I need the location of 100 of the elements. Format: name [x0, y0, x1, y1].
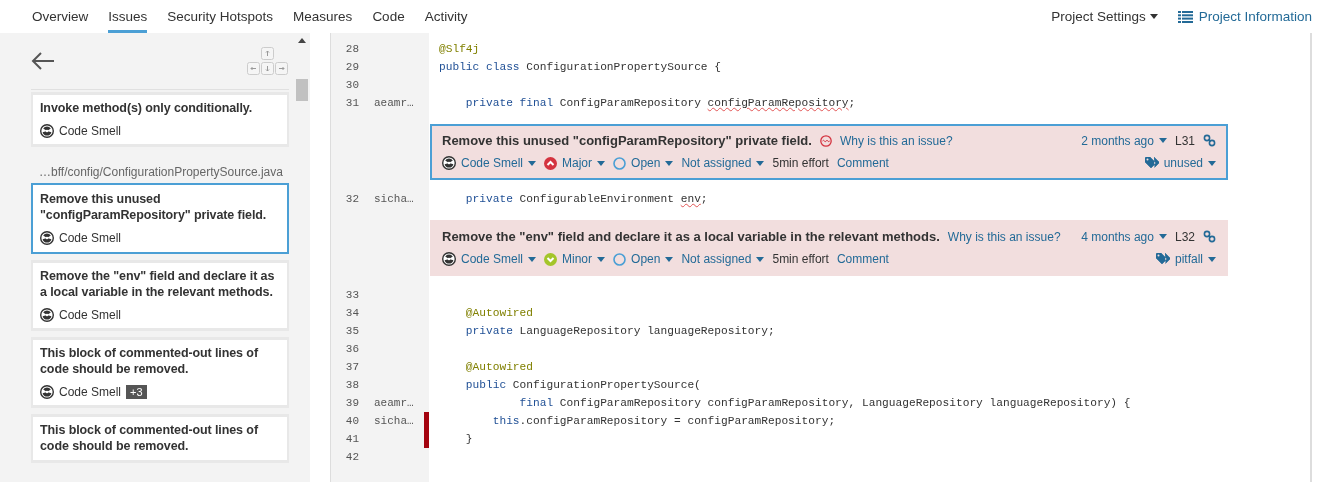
issue-type: Code Smell [59, 308, 122, 322]
assignee-dropdown[interactable]: Not assigned [681, 252, 765, 266]
tags-dropdown[interactable]: pitfall [1156, 252, 1216, 266]
status-dropdown[interactable]: Open [613, 156, 674, 170]
code-line: @Autowired [464, 360, 533, 375]
scroll-up-icon[interactable] [298, 38, 306, 43]
code-smell-icon [40, 385, 54, 399]
type-dropdown[interactable]: Code Smell [442, 156, 537, 170]
code-line: @Slf4j [438, 42, 480, 57]
author-name: aeamr… [374, 397, 414, 409]
code-line: final ConfigParamRepository configParamRepository, LanguageRepository languageRepository) { [518, 396, 1131, 411]
nav-tab[interactable]: Activity [424, 0, 468, 33]
line-number: 35 [344, 325, 359, 337]
line-number: 32 [344, 193, 359, 205]
caret-icon [1149, 14, 1158, 19]
author-name: sicha… [374, 415, 414, 427]
caret-icon [528, 160, 537, 166]
line-number: 33 [344, 289, 359, 301]
code-smell-icon [40, 231, 54, 245]
tag-icon [1144, 157, 1159, 169]
line-number: 34 [344, 307, 359, 319]
issue-card[interactable]: Remove the "env" field and declare it as a local variable in the relevant methods. Code Smell [31, 260, 289, 331]
caret-icon [1208, 160, 1216, 166]
line-number: 37 [344, 361, 359, 373]
status-dropdown[interactable]: Open [613, 252, 674, 266]
issue-title: Remove the "env" field and declare it as a local variable in the relevant methods. [40, 268, 276, 300]
issue-box[interactable]: Remove this unused "configParamRepository" private field. Why is this an issue? 2 months ago L31 Code Smell Major Open Not assigned 5min effort Comment unused [430, 124, 1228, 180]
comment-link[interactable]: Comment [836, 156, 889, 170]
issue-type: Code Smell [59, 231, 122, 245]
caret-icon [665, 256, 674, 262]
code-smell-icon [40, 308, 54, 322]
caret-icon [1158, 234, 1167, 239]
scrollbar-thumb[interactable] [296, 79, 308, 101]
nav-tab[interactable]: Overview [32, 0, 89, 33]
issue-card[interactable]: This block of commented-out lines of code should be removed. Code Smell +3 [31, 337, 289, 408]
arrow-keys-icon [247, 46, 289, 76]
severity-dropdown[interactable]: Major [544, 156, 606, 170]
author-name: sicha… [374, 193, 414, 205]
code-smell-icon [40, 124, 54, 138]
open-status-icon [613, 156, 627, 170]
issue-type: Code Smell [59, 124, 122, 138]
open-status-icon [613, 252, 627, 266]
severity-dropdown[interactable]: Minor [544, 252, 606, 266]
effort-text: 5min effort [772, 156, 829, 170]
issue-type: Code Smell [59, 385, 122, 399]
line-number: 39 [344, 397, 359, 409]
effort-text: 5min effort [772, 252, 829, 266]
nav-tab[interactable]: Code [372, 0, 405, 33]
code-line: public ConfigurationPropertySource( [464, 378, 701, 393]
code-line: this.configParamRepository = configParamRepository; [491, 414, 836, 429]
issue-card[interactable]: This block of commented-out lines of code should be removed. [31, 414, 289, 463]
caret-icon [756, 160, 765, 166]
code-smell-icon [442, 252, 456, 266]
author-name: aeamr… [374, 97, 414, 109]
line-number: 29 [344, 61, 359, 73]
issue-title: This block of commented-out lines of code should be removed. [40, 422, 260, 454]
type-dropdown[interactable]: Code Smell [442, 252, 537, 266]
line-number: 30 [344, 79, 359, 91]
date-dropdown[interactable]: 4 months ago [1081, 229, 1167, 244]
line-number: 42 [344, 451, 359, 463]
issue-card[interactable]: Remove this unused "configParamRepository" private field. Code Smell [31, 183, 289, 254]
more-count: +3 [126, 385, 147, 399]
date-dropdown[interactable]: 2 months ago [1081, 133, 1167, 148]
project-settings-menu[interactable]: Project Settings [1051, 9, 1158, 24]
issue-title: This block of commented-out lines of code should be removed. [40, 345, 260, 377]
project-information-link[interactable]: Project Information [1177, 9, 1312, 24]
code-line: public class ConfigurationPropertySource { [438, 60, 721, 75]
caret-icon [756, 256, 765, 262]
line-number: 31 [344, 97, 359, 109]
line-number: 40 [344, 415, 359, 427]
issue-card[interactable]: Invoke method(s) only conditionally. Code Smell [31, 92, 289, 147]
comment-link[interactable]: Comment [836, 252, 889, 266]
link-icon[interactable] [1203, 134, 1216, 147]
nav-tab[interactable]: Measures [293, 0, 353, 33]
list-icon [1177, 10, 1193, 23]
assignee-dropdown[interactable]: Not assigned [681, 156, 765, 170]
code-line: private ConfigurableEnvironment env; [464, 192, 708, 207]
code-line: } [464, 432, 473, 447]
caret-icon [528, 256, 537, 262]
issue-title: Remove this unused "configParamRepository" private field. [40, 191, 268, 223]
line-number: 28 [344, 43, 359, 55]
caret-icon [597, 160, 606, 166]
line-reference: L31 [1174, 133, 1195, 148]
line-number: 38 [344, 379, 359, 391]
why-link[interactable]: Why is this an issue? [947, 229, 1061, 244]
line-number: 36 [344, 343, 359, 355]
caret-icon [665, 160, 674, 166]
link-icon[interactable] [1203, 230, 1216, 243]
line-reference: L32 [1174, 229, 1195, 244]
nav-tab[interactable]: Security Hotspots [167, 0, 274, 33]
tags-dropdown[interactable]: unused [1144, 156, 1216, 170]
code-line: private LanguageRepository languageRepository; [464, 324, 775, 339]
back-arrow-icon[interactable] [31, 52, 55, 70]
tag-icon [1156, 253, 1170, 265]
file-path: …bff/config/ConfigurationPropertySource.java [39, 165, 284, 179]
issue-message: Remove the "env" field and declare it as a local variable in the relevant methods. [442, 229, 940, 244]
code-line: @Autowired [464, 306, 533, 321]
issue-box[interactable]: Remove the "env" field and declare it as a local variable in the relevant methods. Why is this an issue? 4 months ago L32 Code Smell Minor Open Not assigned 5min effort Comment pitfall [430, 220, 1228, 276]
why-link[interactable]: Why is this an issue? [839, 133, 953, 148]
line-number: 41 [344, 433, 359, 445]
